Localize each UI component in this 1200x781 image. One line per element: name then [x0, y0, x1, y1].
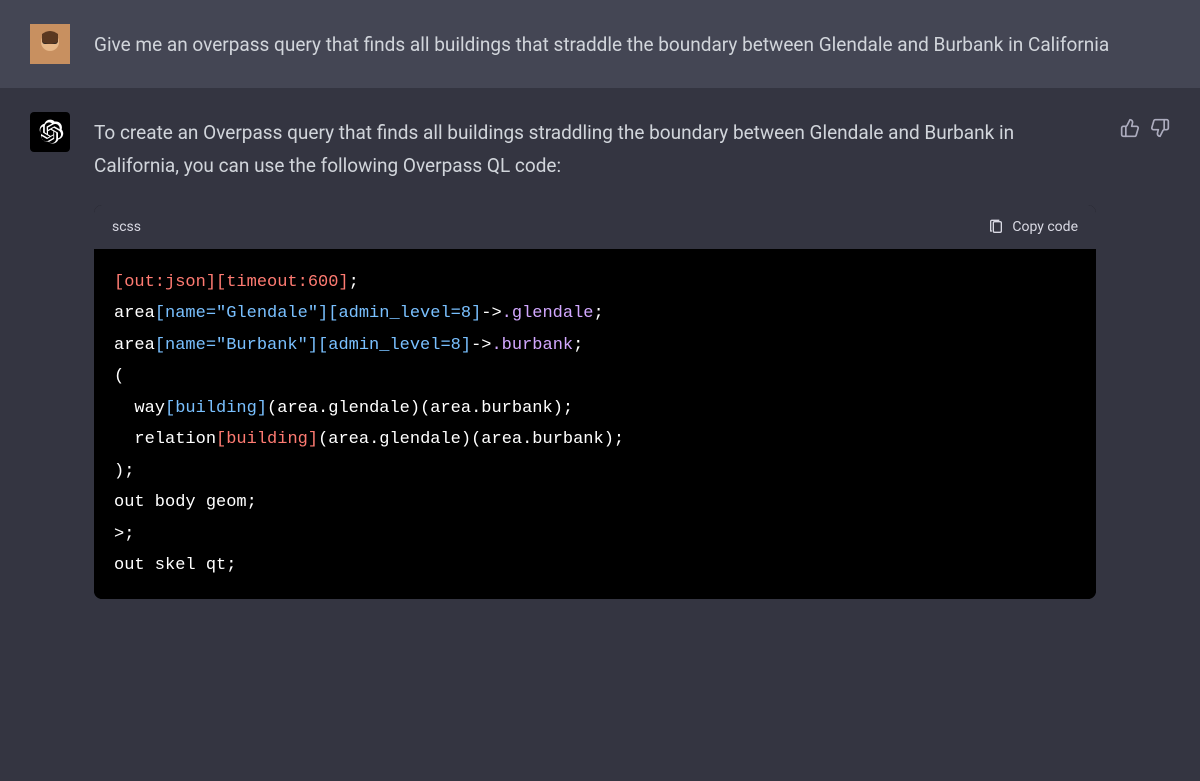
assistant-message-row: To create an Overpass query that finds a… [0, 88, 1200, 623]
copy-code-label: Copy code [1012, 215, 1078, 240]
user-message-row: Give me an overpass query that finds all… [0, 0, 1200, 88]
clipboard-icon [988, 219, 1004, 235]
user-avatar [30, 24, 70, 64]
assistant-message-content: To create an Overpass query that finds a… [94, 112, 1096, 599]
assistant-avatar [30, 112, 70, 152]
code-header: scss Copy code [94, 205, 1096, 250]
feedback-actions [1120, 112, 1170, 599]
code-language-label: scss [112, 215, 141, 240]
thumbs-up-icon[interactable] [1120, 118, 1140, 138]
code-body: [out:json][timeout:600]; area[name="Glen… [94, 249, 1096, 599]
thumbs-down-icon[interactable] [1150, 118, 1170, 138]
code-block: scss Copy code [out:json][timeout:600]; … [94, 205, 1096, 600]
assistant-intro-text: To create an Overpass query that finds a… [94, 116, 1096, 183]
user-message-text: Give me an overpass query that finds all… [94, 24, 1170, 64]
copy-code-button[interactable]: Copy code [988, 215, 1078, 240]
